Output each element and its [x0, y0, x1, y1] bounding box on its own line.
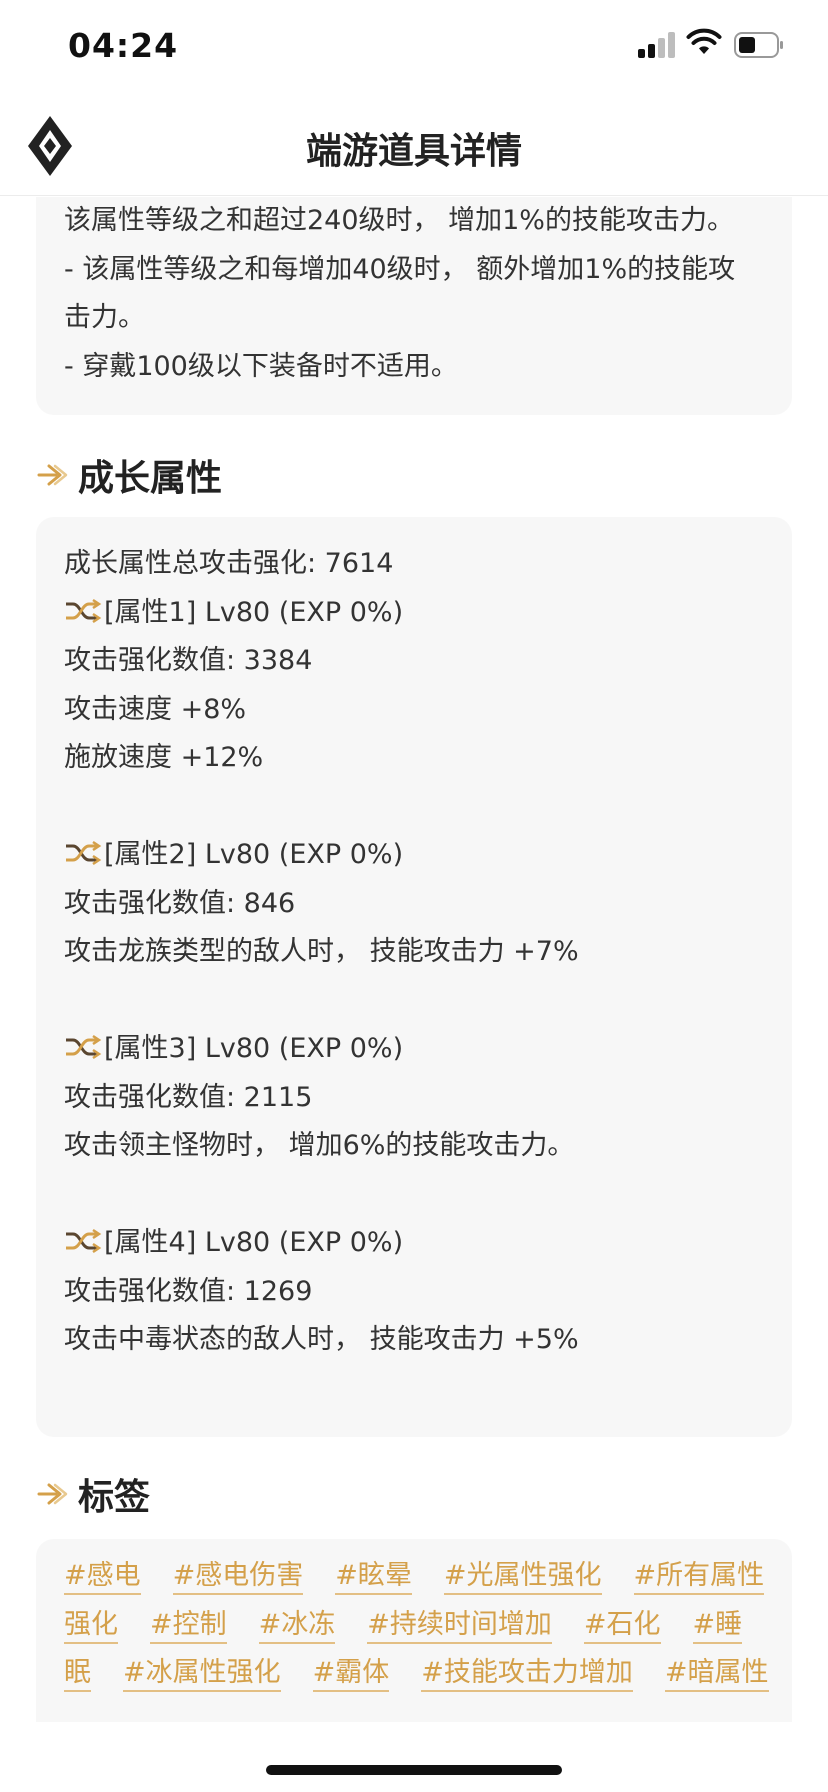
- tag-link[interactable]: #冰冻: [258, 1608, 336, 1644]
- attr-header: [属性2] Lv80 (EXP 0%): [64, 831, 764, 880]
- attr-header-text: [属性2] Lv80 (EXP 0%): [104, 839, 404, 870]
- tag-link[interactable]: #睡: [692, 1608, 743, 1644]
- shuffle-icon: [66, 1228, 102, 1254]
- tag-link[interactable]: #眩晕: [335, 1559, 412, 1596]
- attr-line: 攻击领主怪物时， 增加6%的技能攻击力。: [64, 1130, 575, 1161]
- attr-header-text: [属性3] Lv80 (EXP 0%): [104, 1033, 404, 1064]
- tag-link[interactable]: 眠: [64, 1656, 91, 1693]
- attr-header: [属性1] Lv80 (EXP 0%): [64, 589, 764, 638]
- arrow-right-icon: [37, 1483, 68, 1505]
- tag-link[interactable]: #感电: [64, 1559, 141, 1596]
- section-title: 标签: [78, 1477, 151, 1518]
- tag-link[interactable]: #持续时间增加: [367, 1608, 552, 1644]
- tag-link[interactable]: 强化: [64, 1608, 118, 1644]
- description-line: - 穿戴100级以下装备时不适用。: [64, 350, 458, 382]
- shuffle-icon: [66, 840, 102, 866]
- shuffle-icon: [66, 1034, 102, 1060]
- growth-total: 成长属性总攻击强化: 7614: [64, 548, 394, 579]
- attr-line: 攻击强化数值: 846: [64, 887, 296, 919]
- status-time: 04:24: [68, 26, 179, 65]
- cellular-signal-icon: [638, 32, 676, 58]
- attr-line: 攻击速度 +8%: [64, 693, 247, 725]
- tag-row: #感电 #感电伤害 #眩晕 #光属性强化 #所有属性: [64, 1553, 765, 1602]
- attr-line: 攻击强化数值: 1269: [64, 1275, 313, 1307]
- attr-header: [属性4] Lv80 (EXP 0%): [64, 1219, 764, 1268]
- tags-card: #感电 #感电伤害 #眩晕 #光属性强化 #所有属性 强化 #控制 #冰冻 #持…: [36, 1539, 792, 1722]
- tag-link[interactable]: #感电伤害: [172, 1559, 304, 1596]
- wifi-icon: [686, 28, 722, 54]
- arrow-right-icon: [37, 464, 68, 486]
- attr-header: [属性3] Lv80 (EXP 0%): [64, 1025, 764, 1074]
- battery-icon: [734, 32, 783, 58]
- tag-link[interactable]: #技能攻击力增加: [421, 1656, 633, 1693]
- attr-line: 攻击中毒状态的敌人时， 技能攻击力 +5%: [64, 1324, 579, 1355]
- description-line: 该属性等级之和超过240级时， 增加1%的技能攻击力。: [64, 205, 734, 236]
- description-card: 该属性等级之和超过240级时， 增加1%的技能攻击力。 - 该属性等级之和每增加…: [36, 197, 792, 415]
- attr-line: 攻击强化数值: 3384: [64, 645, 313, 676]
- nav-header: 端游道具详情: [0, 92, 828, 196]
- page-title: 端游道具详情: [305, 131, 522, 172]
- attr-line: 攻击龙族类型的敌人时， 技能攻击力 +7%: [64, 936, 579, 967]
- tag-link[interactable]: #霸体: [312, 1656, 390, 1693]
- tag-row: 强化 #控制 #冰冻 #持续时间增加 #石化 #睡: [64, 1602, 764, 1651]
- attr-line: 攻击强化数值: 2115: [64, 1081, 313, 1113]
- tags-section-header: 标签: [36, 1464, 150, 1524]
- status-bar: 04:24: [0, 0, 828, 92]
- tag-link[interactable]: #石化: [583, 1608, 661, 1644]
- growth-section-header: 成长属性: [36, 445, 222, 505]
- tag-link[interactable]: #控制: [150, 1608, 227, 1644]
- tag-link[interactable]: #所有属性: [633, 1559, 765, 1596]
- tag-link[interactable]: #光属性强化: [443, 1559, 602, 1596]
- tag-link[interactable]: #暗属性: [664, 1656, 769, 1693]
- description-line: - 该属性等级之和每增加40级时， 额外增加1%的技能攻: [64, 253, 736, 285]
- growth-card: 成长属性总攻击强化: 7614 [属性1] Lv80 (EXP 0%) 攻击强化…: [36, 517, 792, 1437]
- tag-row: 眠 #冰属性强化 #霸体 #技能攻击力增加 #暗属性: [64, 1650, 769, 1699]
- attr-header-text: [属性1] Lv80 (EXP 0%): [104, 596, 404, 628]
- bottom-safe-area: [0, 1722, 828, 1792]
- section-title: 成长属性: [78, 458, 223, 499]
- description-line: 击力。: [64, 302, 145, 333]
- shuffle-icon: [66, 598, 102, 623]
- home-indicator[interactable]: [266, 1765, 562, 1775]
- tag-link[interactable]: #冰属性强化: [123, 1656, 281, 1693]
- attr-header-text: [属性4] Lv80 (EXP 0%): [104, 1227, 404, 1258]
- attr-line: 施放速度 +12%: [64, 742, 264, 773]
- content-scroll[interactable]: 该属性等级之和超过240级时， 增加1%的技能攻击力。 - 该属性等级之和每增加…: [0, 197, 828, 1722]
